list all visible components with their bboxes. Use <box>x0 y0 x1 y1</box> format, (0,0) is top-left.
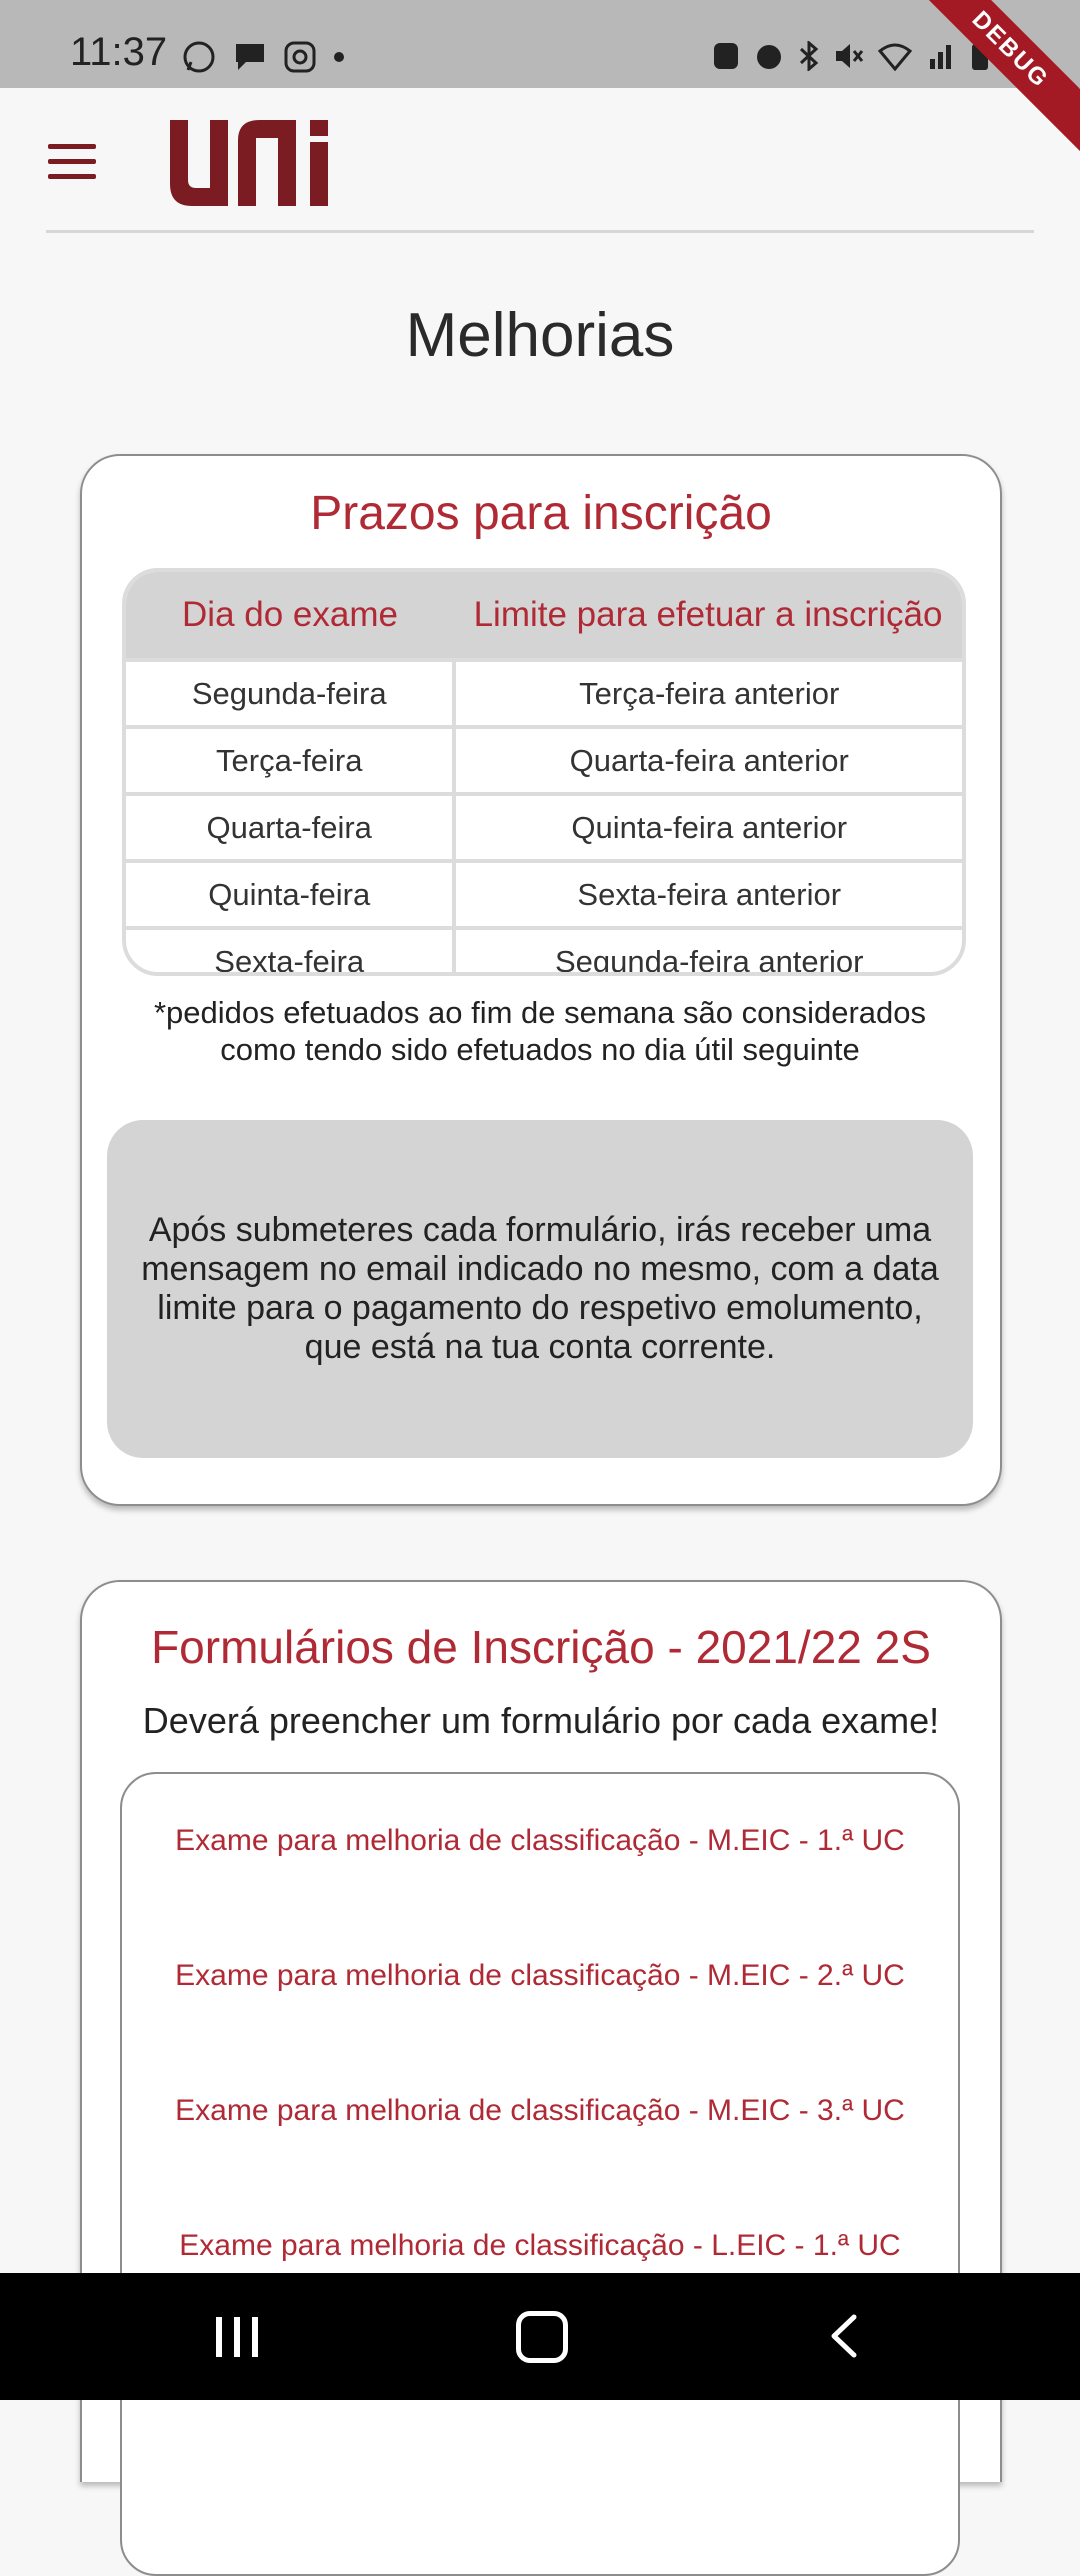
home-icon[interactable] <box>516 2311 568 2363</box>
table-row: Segunda-feira Terça-feira anterior <box>126 658 962 725</box>
forms-title: Formulários de Inscrição - 2021/22 2S <box>151 1621 931 1673</box>
table-cell: Segunda-feira anterior <box>554 943 864 976</box>
table-header: Dia do exame Limite para efetuar a inscr… <box>126 572 962 658</box>
forms-subtitle: Deverá preencher um formulário por cada … <box>142 1700 940 1741</box>
page-title: Melhorias <box>405 301 675 370</box>
table-cell: Sexta-feira anterior <box>577 876 842 912</box>
form-link[interactable]: Exame para melhoria de classificação - M… <box>122 1959 958 1993</box>
back-icon[interactable] <box>824 2313 864 2359</box>
menu-icon[interactable] <box>48 144 98 184</box>
table-header-cell: Limite para efetuar a inscrição <box>473 595 943 634</box>
forms-links-box: Exame para melhoria de classificação - M… <box>120 1772 960 2576</box>
table-cell: Quarta-feira <box>126 796 457 859</box>
payment-info-text: Após submeteres cada formulário, irás re… <box>141 1211 939 1366</box>
status-right-icons <box>712 40 990 72</box>
mute-icon <box>836 44 864 68</box>
app-header <box>0 88 1080 234</box>
table-cell: Terça-feira anterior <box>579 675 840 711</box>
table-header-cell: Dia do exame <box>182 595 398 634</box>
alarm-icon <box>757 45 781 69</box>
message-icon <box>236 44 264 70</box>
table-cell: Sexta-feira <box>126 930 457 972</box>
status-time: 11:37 <box>70 30 168 74</box>
header-divider <box>46 230 1034 233</box>
form-link[interactable]: Exame para melhoria de classificação - M… <box>122 2094 958 2128</box>
table-cell: Quinta-feira <box>126 863 457 926</box>
form-link[interactable]: Exame para melhoria de classificação - L… <box>122 2229 958 2263</box>
whatsapp-icon <box>183 41 215 73</box>
table-row: Sexta-feira Segunda-feira anterior <box>126 926 962 976</box>
nfc-icon <box>714 43 738 69</box>
uni-logo <box>170 120 328 206</box>
table-cell: Quarta-feira anterior <box>569 742 849 778</box>
system-nav-bar <box>0 2273 1080 2400</box>
wifi-icon <box>878 43 912 71</box>
table-row: Quinta-feira Sexta-feira anterior <box>126 859 962 926</box>
deadlines-table: Dia do exame Limite para efetuar a inscr… <box>122 568 966 976</box>
instagram-icon <box>284 41 316 73</box>
status-bar: 11:37 DEBUG <box>0 0 1080 165</box>
deadlines-title: Prazos para inscrição <box>310 487 772 540</box>
payment-info-box: Após submeteres cada formulário, irás re… <box>107 1120 973 1458</box>
deadlines-card: Prazos para inscrição Dia do exame Limit… <box>80 454 1002 1506</box>
table-cell: Quinta-feira anterior <box>571 809 848 845</box>
table-cell: Segunda-feira <box>126 662 457 725</box>
table-cell: Terça-feira <box>126 729 457 792</box>
form-link[interactable]: Exame para melhoria de classificação - M… <box>122 1824 958 1858</box>
recents-icon[interactable] <box>216 2317 260 2357</box>
bluetooth-icon <box>799 41 819 71</box>
status-left-icons <box>182 40 344 74</box>
weekend-note: *pedidos efetuados ao fim de semana são … <box>153 995 927 1067</box>
signal-icon <box>930 45 951 69</box>
table-row: Terça-feira Quarta-feira anterior <box>126 725 962 792</box>
table-row: Quarta-feira Quinta-feira anterior <box>126 792 962 859</box>
dot-icon <box>334 52 344 62</box>
